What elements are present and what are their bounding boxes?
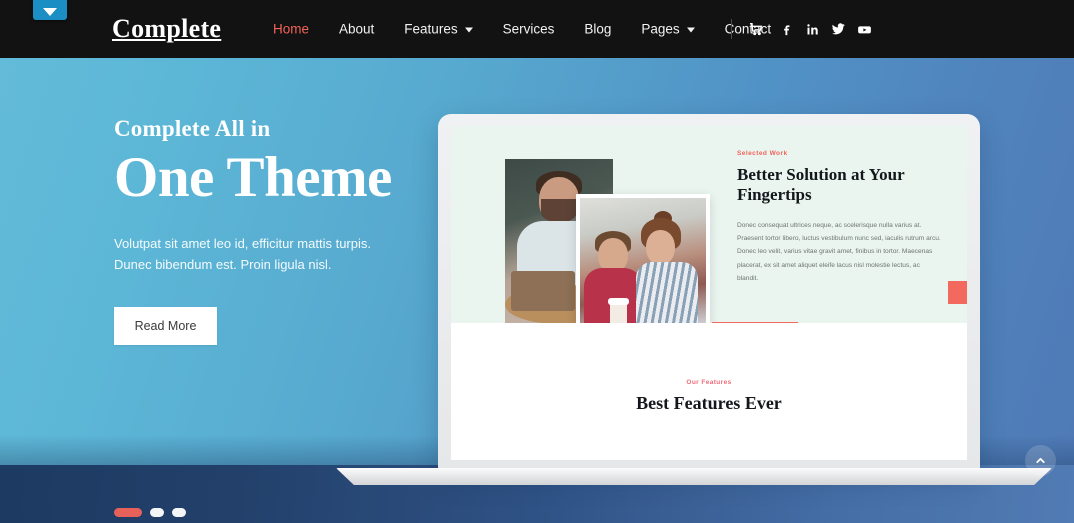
hero-eyebrow: Complete All in <box>114 116 271 141</box>
chevron-down-icon <box>43 8 57 16</box>
menu-label-about: About <box>339 21 375 37</box>
linkedin-icon[interactable] <box>800 18 824 40</box>
chevron-down-icon <box>686 27 695 33</box>
features-tag: Our Features <box>686 379 732 386</box>
facebook-icon[interactable] <box>774 18 798 40</box>
chevron-up-icon <box>1036 457 1045 464</box>
read-more-button[interactable]: Read More <box>114 307 217 346</box>
features-heading: Best Features Ever <box>636 393 782 413</box>
scroll-to-top-button[interactable] <box>1025 445 1056 476</box>
menu-item-services[interactable]: Services <box>488 16 570 43</box>
nav-divider <box>731 19 732 39</box>
selected-work-photos <box>451 126 721 349</box>
menu-item-blog[interactable]: Blog <box>569 16 626 43</box>
page-root: Complete Home About Features Services Bl… <box>0 0 1074 523</box>
laptop-screen: Selected Work Better Solution at Your Fi… <box>451 126 967 460</box>
main-menu: Home About Features Services Blog Pages … <box>258 16 786 43</box>
hero-subtext: Volutpat sit amet leo id, efficitur matt… <box>114 236 371 273</box>
selected-work-text: Selected Work Better Solution at Your Fi… <box>721 126 967 323</box>
laptop-lid: Selected Work Better Solution at Your Fi… <box>438 114 980 470</box>
selected-work-tag: Selected Work <box>737 150 788 157</box>
menu-label-home: Home <box>273 21 310 37</box>
top-navigation-bar: Complete Home About Features Services Bl… <box>0 0 1074 58</box>
menu-label-blog: Blog <box>584 21 612 37</box>
hero-headline: One Theme <box>114 146 392 209</box>
menu-item-features[interactable]: Features <box>389 16 487 43</box>
selected-work-heading: Better Solution at Your Fingertips <box>737 165 905 205</box>
youtube-icon[interactable] <box>852 18 876 40</box>
chevron-down-icon <box>464 27 473 33</box>
menu-item-pages[interactable]: Pages <box>626 16 709 43</box>
hero-copy: Complete All in One Theme Volutpat sit a… <box>114 116 444 346</box>
twitter-icon[interactable] <box>826 18 850 40</box>
menu-label-features: Features <box>404 21 458 37</box>
slider-pagination <box>114 508 186 517</box>
brand-logo[interactable]: Complete <box>112 14 221 44</box>
features-heading-block: Our Features Best Features Ever <box>451 379 967 414</box>
decorative-red-chip <box>948 281 967 304</box>
slider-dot-1[interactable] <box>114 508 142 517</box>
hero-section: Selected Work Better Solution at Your Fi… <box>0 58 1074 523</box>
features-panel: Our Features Best Features Ever <box>451 323 967 460</box>
menu-item-home[interactable]: Home <box>258 16 324 43</box>
menu-label-pages: Pages <box>641 21 680 37</box>
selected-work-panel: Selected Work Better Solution at Your Fi… <box>451 126 967 349</box>
nav-utility-icons <box>731 18 878 40</box>
menu-label-services: Services <box>502 21 555 37</box>
cart-icon[interactable] <box>745 18 767 40</box>
collapse-toggle-tab[interactable] <box>33 0 67 20</box>
slider-dot-3[interactable] <box>172 508 186 517</box>
selected-work-paragraph: Donec consequat ultrices neque, ac scele… <box>737 221 941 283</box>
slider-dot-2[interactable] <box>150 508 164 517</box>
menu-item-about[interactable]: About <box>324 16 389 43</box>
laptop-base <box>336 468 1052 485</box>
